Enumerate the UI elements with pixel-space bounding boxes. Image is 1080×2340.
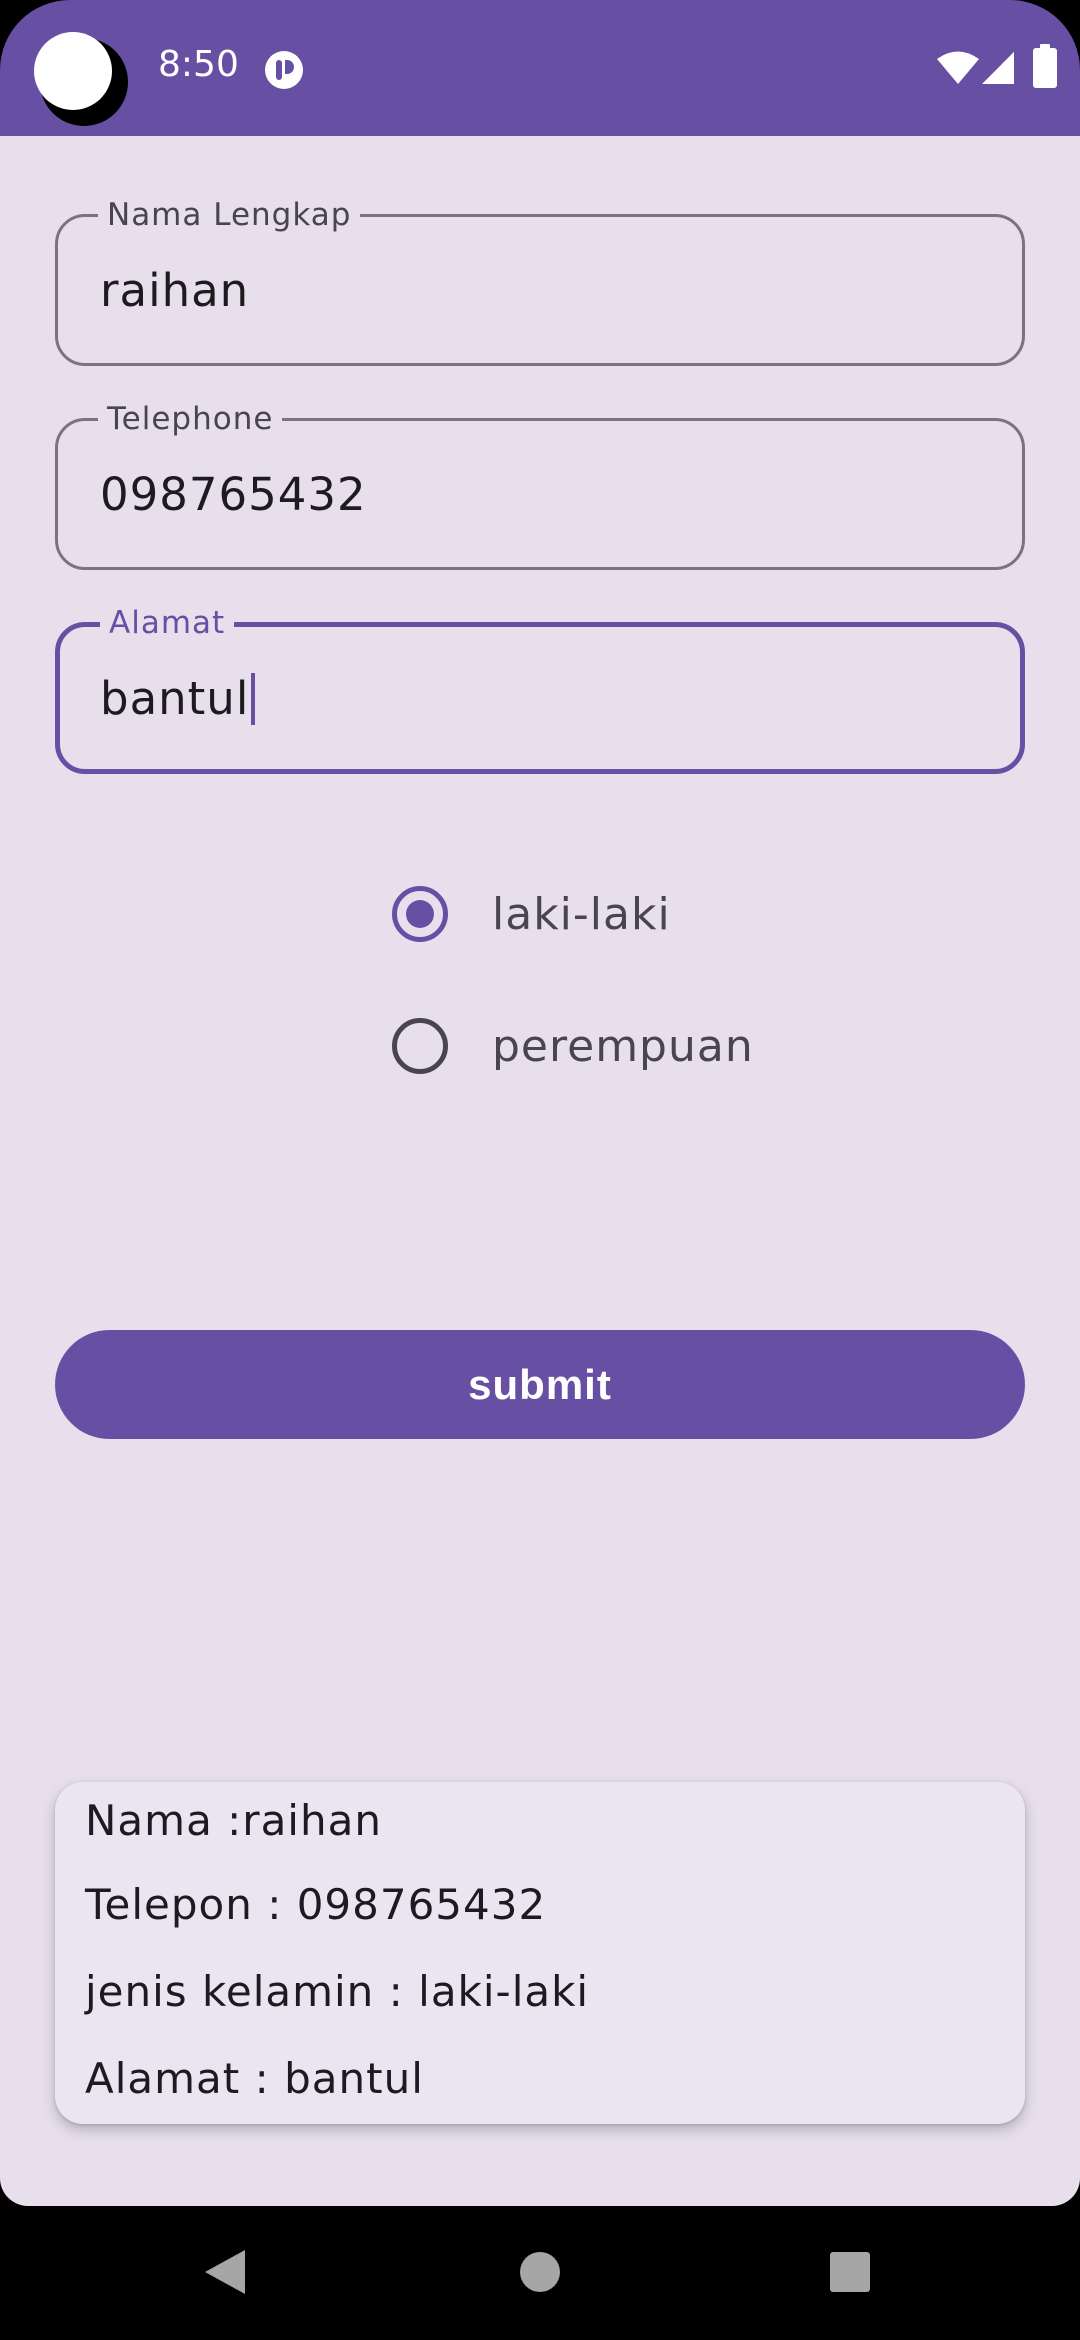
result-jenis-kelamin: jenis kelamin : laki-laki [85,1967,590,2016]
radio-perempuan[interactable]: perempuan [392,1006,754,1086]
nama-lengkap-field[interactable]: Nama Lengkap raihan [55,195,1025,366]
result-alamat: Alamat : bantul [85,2054,424,2103]
alamat-value: bantul [100,672,250,725]
home-icon[interactable] [518,2250,562,2294]
nama-lengkap-label: Nama Lengkap [98,195,361,235]
result-nama: Nama :raihan [85,1796,382,1845]
wifi-icon [937,51,979,84]
radio-button-checked[interactable] [392,886,448,942]
radio-label-perempuan: perempuan [492,1020,754,1072]
result-card: Nama :raihan Telepon : 098765432 jenis k… [55,1782,1025,2124]
status-bar: 8:50 [0,0,1080,136]
battery-icon [1033,44,1057,88]
radio-laki-laki[interactable]: laki-laki [392,874,671,954]
alamat-value-wrap: bantul [100,672,256,725]
recents-icon[interactable] [829,2251,871,2293]
text-cursor [251,673,256,725]
telephone-field[interactable]: Telephone 098765432 [55,399,1025,570]
signal-icon [982,52,1014,84]
navigation-bar [0,2206,1080,2340]
phone-screen: 8:50 Nama Lengkap raihan Telephone 09876… [0,0,1080,2340]
radio-button-unchecked[interactable] [392,1018,448,1074]
result-telepon: Telepon : 098765432 [85,1880,547,1929]
telephone-label: Telephone [98,399,283,439]
status-time: 8:50 [158,44,239,85]
telephone-value: 098765432 [100,468,367,521]
submit-button[interactable]: submit [55,1330,1025,1439]
nama-lengkap-value: raihan [100,264,250,317]
alamat-label: Alamat [100,603,235,643]
alamat-field[interactable]: Alamat bantul [55,603,1025,774]
radio-label-laki-laki: laki-laki [492,888,671,940]
back-icon[interactable] [203,2248,247,2296]
notification-app-icon [265,51,303,89]
app-content: Nama Lengkap raihan Telephone 098765432 … [0,136,1080,2206]
camera-lens [34,32,112,110]
